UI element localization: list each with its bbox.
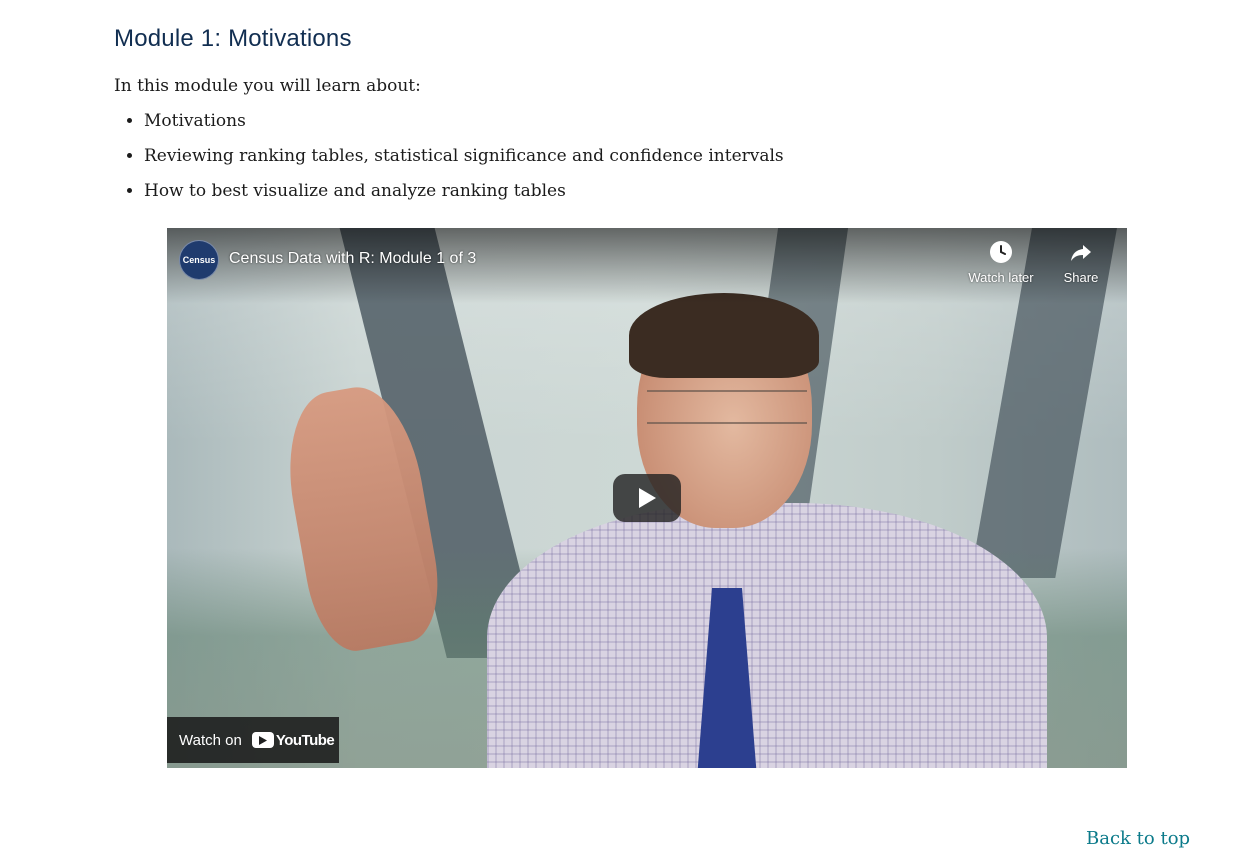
share-arrow-icon: [1071, 245, 1091, 261]
list-item: Motivations: [144, 109, 784, 133]
watch-on-youtube-button[interactable]: Watch on YouTube: [167, 717, 339, 763]
youtube-logo-icon: YouTube: [251, 731, 335, 749]
video-title[interactable]: Census Data with R: Module 1 of 3: [229, 250, 476, 268]
topic-list: Motivations Reviewing ranking tables, st…: [114, 109, 784, 214]
channel-avatar[interactable]: Census: [179, 240, 219, 280]
watch-later-label: Watch later: [968, 270, 1034, 285]
back-to-top-link[interactable]: Back to top: [1086, 828, 1190, 849]
video-top-bar: Census Census Data with R: Module 1 of 3…: [167, 228, 1127, 298]
share-label: Share: [1063, 270, 1099, 285]
list-item: How to best visualize and analyze rankin…: [144, 179, 784, 203]
watch-later-button[interactable]: Watch later: [965, 240, 1037, 285]
module-heading: Module 1: Motivations: [114, 25, 352, 52]
clock-icon: [990, 241, 1012, 263]
play-icon: [639, 488, 656, 508]
list-item: Reviewing ranking tables, statistical si…: [144, 144, 784, 168]
watch-on-label: Watch on: [179, 731, 242, 749]
youtube-play-badge-icon: [251, 732, 274, 748]
play-button[interactable]: [613, 474, 681, 522]
share-button[interactable]: Share: [1045, 240, 1117, 285]
youtube-video-embed[interactable]: Census Census Data with R: Module 1 of 3…: [167, 228, 1127, 768]
module-intro: In this module you will learn about:: [114, 76, 421, 96]
youtube-label: YouTube: [275, 731, 335, 749]
